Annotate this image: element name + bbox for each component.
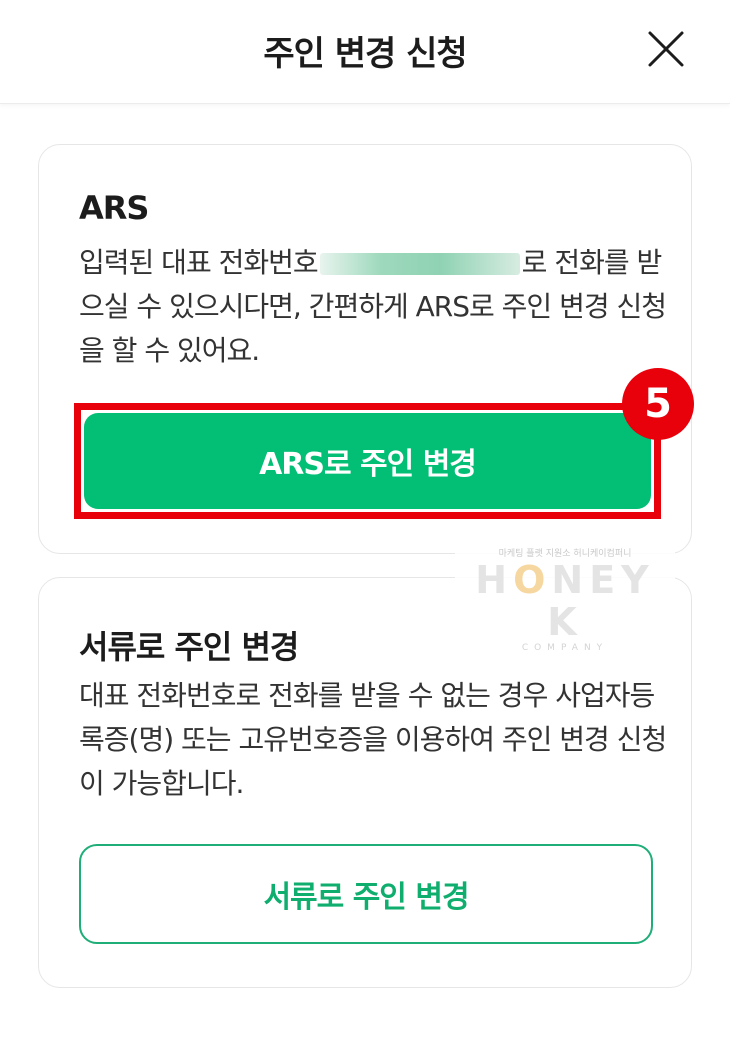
document-card-description: 대표 전화번호로 전화를 받을 수 없는 경우 사업자등록증(명) 또는 고유번… [79,679,667,800]
ars-card-description: 입력된 대표 전화번호 로 전화를 받으실 수 있으시다면, 간편하게 ARS로 … [79,241,669,373]
watermark-logo: 마케팅 플랫 지원소 허니케이컴퍼니 HONEY K COMPANY [455,538,675,653]
redacted-phone-number [319,253,520,275]
top-bar: 주인 변경 신청 [0,0,730,104]
step-badge: 5 [622,368,694,440]
watermark-brand-rest: NEY K [547,558,655,644]
watermark-subtitle: COMPANY [521,643,609,653]
document-card-title: 서류로 주인 변경 [79,628,299,666]
document-change-owner-button[interactable]: 서류로 주인 변경 [79,844,653,944]
close-icon[interactable] [646,29,686,69]
ars-card: ARS 입력된 대표 전화번호 로 전화를 받으실 수 있으시다면, 간편하게 A… [38,144,694,554]
watermark-brand: HONEY K [455,559,675,643]
watermark-brand-o: O [513,558,552,602]
ars-card-title: ARS [79,189,149,227]
watermark-brand-h: H [475,558,514,602]
ars-change-owner-button[interactable]: ARS로 주인 변경 [84,413,651,509]
page-title: 주인 변경 신청 [263,34,467,74]
ars-description-start: 입력된 대표 전화번호 [79,246,319,279]
